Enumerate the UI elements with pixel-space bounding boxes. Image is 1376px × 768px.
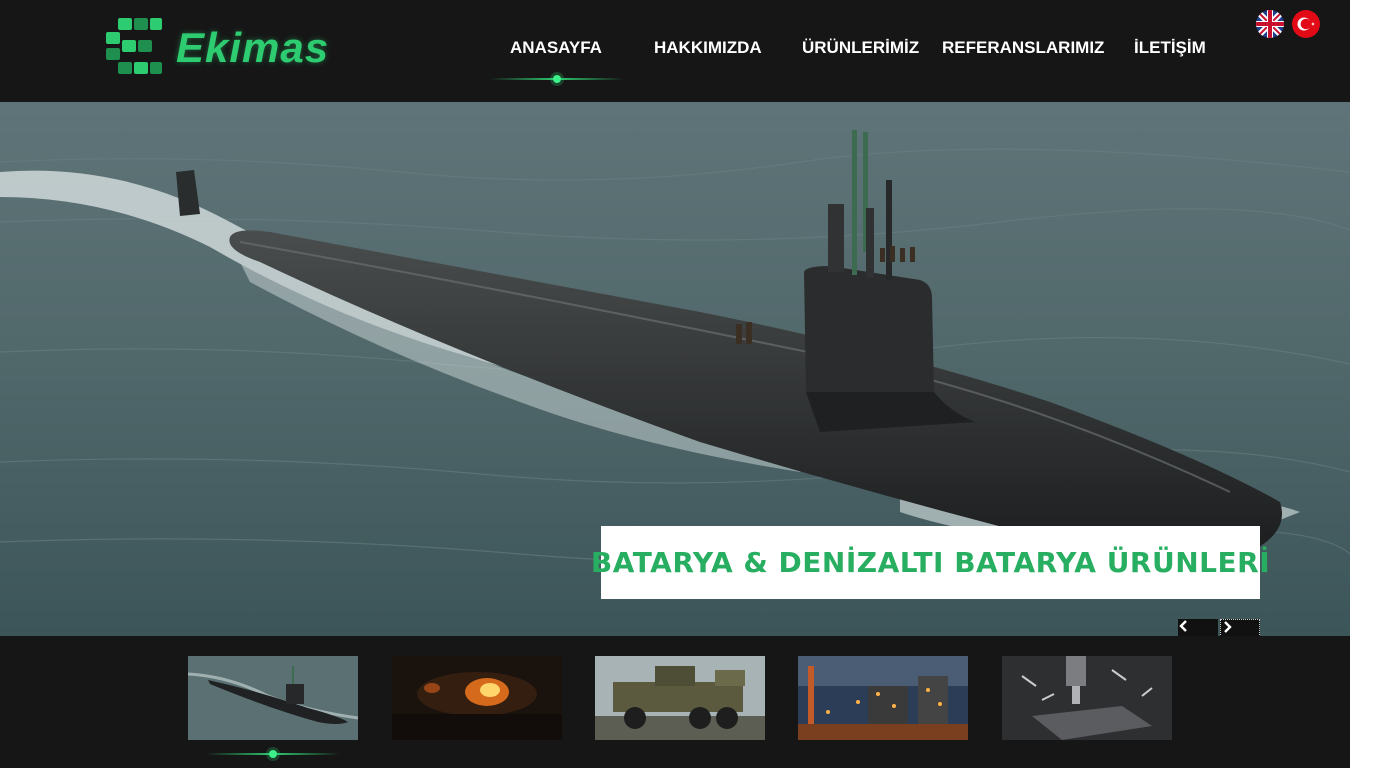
active-nav-indicator: [490, 72, 624, 86]
turkey-flag-icon[interactable]: [1292, 10, 1320, 38]
slide-caption-text: BATARYA & DENİZALTI BATARYA ÜRÜNLERİ: [590, 546, 1271, 579]
language-switcher: [1256, 10, 1322, 38]
thumbnail-fire[interactable]: [392, 656, 562, 740]
logo-mark-icon: [106, 18, 162, 74]
nav-item-referanslarimiz[interactable]: REFERANSLARIMIZ: [942, 38, 1104, 58]
thumbnail-military-truck[interactable]: [595, 656, 765, 740]
slider-prev-button[interactable]: [1178, 619, 1218, 636]
active-thumbnail-indicator: [206, 747, 340, 761]
uk-flag-icon[interactable]: [1256, 10, 1284, 38]
slide-caption: BATARYA & DENİZALTI BATARYA ÜRÜNLERİ: [591, 526, 1270, 599]
page: Ekimas ANASAYFA HAKKIMIZDA ÜRÜNLERİMİZ R…: [0, 0, 1350, 768]
nav-item-iletisim[interactable]: İLETİŞİM: [1134, 38, 1206, 58]
chevron-left-icon: [1179, 620, 1187, 632]
thumbnail-industrial-plant[interactable]: [798, 656, 968, 740]
site-header: Ekimas ANASAYFA HAKKIMIZDA ÜRÜNLERİMİZ R…: [0, 0, 1350, 102]
thumbnail-cnc-machining[interactable]: [1002, 656, 1172, 740]
nav-item-anasayfa[interactable]: ANASAYFA: [510, 38, 602, 58]
hero-slider: BATARYA & DENİZALTI BATARYA ÜRÜNLERİ: [0, 102, 1350, 636]
page-gutter: [1350, 0, 1376, 768]
nav-item-hakkimizda[interactable]: HAKKIMIZDA: [654, 38, 762, 58]
logo-text: Ekimas: [176, 24, 330, 71]
thumbnail-submarine[interactable]: [188, 656, 358, 740]
thumbnail-strip: [0, 636, 1350, 768]
nav-item-urunlerimiz[interactable]: ÜRÜNLERİMİZ: [802, 38, 919, 58]
chevron-right-icon: [1224, 621, 1232, 633]
slider-next-button[interactable]: [1220, 619, 1260, 636]
logo[interactable]: Ekimas: [104, 16, 364, 80]
